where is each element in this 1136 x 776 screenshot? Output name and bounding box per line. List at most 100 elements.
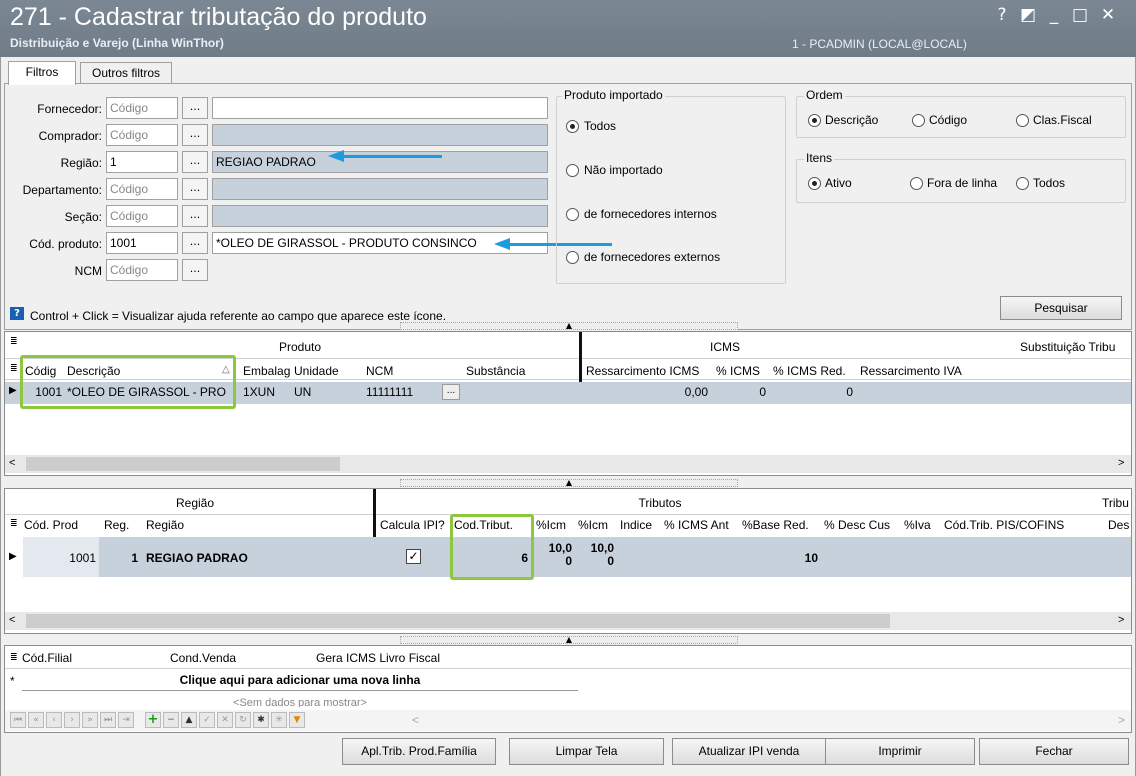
fechar-button[interactable]: Fechar (979, 738, 1129, 765)
cell-pct-icm-2[interactable]: 10,0 0 (578, 542, 614, 568)
secao-code-input[interactable]: Código (106, 205, 178, 227)
col-reg[interactable]: Reg. (104, 518, 140, 532)
col-unidade[interactable]: Unidade (294, 364, 354, 378)
fornecedor-lookup-button[interactable]: ... (182, 97, 208, 119)
regiao-code-input[interactable]: 1 (106, 151, 178, 173)
col-ressarcimento-iva[interactable]: Ressarcimento IVA (860, 364, 990, 378)
radio-todos[interactable] (566, 120, 579, 133)
col-pct-icms-red[interactable]: % ICMS Red. (773, 364, 853, 378)
radio-ordem-clas-fiscal[interactable] (1016, 114, 1029, 127)
nav-edit-icon[interactable]: ▲ (181, 712, 197, 728)
grid1-col-menu-icon[interactable]: ≣ (10, 363, 18, 374)
col-pct-desc-cus[interactable]: % Desc Cus (824, 518, 900, 532)
cell-ncm[interactable]: 11111111 (366, 385, 426, 399)
minimize-icon[interactable]: _ (1042, 2, 1066, 28)
radio-fornecedores-externos[interactable] (566, 251, 579, 264)
cell-pct-base-red[interactable]: 10 (742, 551, 818, 565)
col-pct-icms-ant[interactable]: % ICMS Ant (664, 518, 740, 532)
restore-layout-icon[interactable]: ◩ (1016, 2, 1040, 28)
scroll-left-icon[interactable]: < (9, 457, 15, 469)
col-cod-prod[interactable]: Cód. Prod (24, 518, 96, 532)
cell-reg[interactable]: 1 (104, 551, 138, 565)
ncm-code-input[interactable]: Código (106, 259, 178, 281)
cell-ressarcimento-icms[interactable]: 0,00 (586, 385, 708, 399)
fornecedor-code-input[interactable]: Código (106, 97, 178, 119)
col-ressarcimento-icms[interactable]: Ressarcimento ICMS (586, 364, 712, 378)
radio-nao-importado[interactable] (566, 164, 579, 177)
grid3-col-menu-icon[interactable]: ≣ (10, 652, 18, 663)
nav-add-icon[interactable]: + (145, 712, 161, 728)
tab-outros-filtros[interactable]: Outros filtros (80, 62, 172, 84)
grid1-band-menu-icon[interactable]: ≣ (10, 336, 18, 347)
imprimir-button[interactable]: Imprimir (825, 738, 975, 765)
cell-pct-icms[interactable]: 0 (716, 385, 766, 399)
col-cod-filial[interactable]: Cód.Filial (22, 651, 142, 665)
limpar-tela-button[interactable]: Limpar Tela (509, 738, 664, 765)
comprador-code-input[interactable]: Código (106, 124, 178, 146)
cod-produto-code-input[interactable]: 1001 (106, 232, 178, 254)
splitter-middle[interactable]: ▲ (400, 479, 738, 487)
pesquisar-button[interactable]: Pesquisar (1000, 296, 1122, 320)
nav-first-page-icon[interactable]: ⏮ (10, 712, 26, 728)
radio-itens-todos[interactable] (1016, 177, 1029, 190)
scroll-right-icon[interactable]: > (1118, 614, 1124, 626)
cell-cod-prod[interactable]: 1001 (24, 551, 96, 565)
apl-trib-prod-familia-button[interactable]: Apl.Trib. Prod.Família (342, 738, 496, 765)
new-row-button[interactable]: Clique aqui para adicionar uma nova linh… (100, 673, 500, 687)
col-gera-icms[interactable]: Gera ICMS Livro Fiscal (316, 651, 516, 665)
nav-last-page-icon[interactable]: ⏭ (100, 712, 116, 728)
col-ncm[interactable]: NCM (366, 364, 426, 378)
nav-cancel-icon[interactable]: ✕ (217, 712, 233, 728)
radio-ordem-codigo[interactable] (912, 114, 925, 127)
secao-lookup-button[interactable]: ... (182, 205, 208, 227)
radio-fornecedores-internos[interactable] (566, 208, 579, 221)
departamento-code-input[interactable]: Código (106, 178, 178, 200)
help-icon[interactable]: ? (990, 2, 1014, 28)
radio-ordem-descricao[interactable] (808, 114, 821, 127)
scroll-right-icon[interactable]: > (1118, 457, 1124, 469)
fornecedor-desc-input[interactable] (212, 97, 548, 119)
maximize-icon[interactable]: □ (1068, 2, 1092, 28)
col-cond-venda[interactable]: Cond.Venda (170, 651, 290, 665)
col-pct-base-red[interactable]: %Base Red. (742, 518, 820, 532)
cod-produto-lookup-button[interactable]: ... (182, 232, 208, 254)
col-embalagem[interactable]: Embalag (243, 364, 291, 378)
scrollbar-thumb[interactable] (26, 614, 890, 628)
scroll-right-icon[interactable]: > (1118, 713, 1125, 727)
cell-pct-icms-red[interactable]: 0 (773, 385, 853, 399)
ncm-lookup-button[interactable]: ... (442, 384, 460, 400)
nav-bookmark-icon[interactable]: ✱ (253, 712, 269, 728)
cell-unidade[interactable]: UN (294, 385, 354, 399)
nav-next-icon[interactable]: › (64, 712, 80, 728)
splitter-top[interactable]: ▲ (400, 322, 738, 330)
regiao-lookup-button[interactable]: ... (182, 151, 208, 173)
nav-prev-page-icon[interactable]: « (28, 712, 44, 728)
cell-pct-icm-1[interactable]: 10,0 0 (536, 542, 572, 568)
col-indice[interactable]: Indice (620, 518, 660, 532)
tab-filtros[interactable]: Filtros (8, 61, 76, 85)
col-pct-icm-1[interactable]: %Icm (536, 518, 572, 532)
nav-prev-icon[interactable]: ‹ (46, 712, 62, 728)
col-calcula-ipi[interactable]: Calcula IPI? (380, 518, 448, 532)
close-icon[interactable]: ✕ (1096, 2, 1120, 28)
atualizar-ipi-venda-button[interactable]: Atualizar IPI venda (672, 738, 826, 765)
cell-regiao[interactable]: REGIAO PADRAO (146, 551, 346, 565)
col-substancia[interactable]: Substância (466, 364, 566, 378)
splitter-bottom[interactable]: ▲ (400, 636, 738, 644)
scroll-left-icon[interactable]: < (9, 614, 15, 626)
col-pct-icms[interactable]: % ICMS (716, 364, 770, 378)
col-cod-trib-pis-cofins[interactable]: Cód.Trib. PIS/COFINS (944, 518, 1100, 532)
nav-last-icon[interactable]: ⇥ (118, 712, 134, 728)
departamento-lookup-button[interactable]: ... (182, 178, 208, 200)
col-pct-icm-2[interactable]: %Icm (578, 518, 614, 532)
comprador-lookup-button[interactable]: ... (182, 124, 208, 146)
scrollbar-thumb[interactable] (26, 457, 340, 471)
radio-itens-ativo[interactable] (808, 177, 821, 190)
nav-delete-icon[interactable]: − (163, 712, 179, 728)
cell-embalagem[interactable]: 1XUN (243, 385, 291, 399)
radio-itens-fora-de-linha[interactable] (910, 177, 923, 190)
nav-post-icon[interactable]: ✓ (199, 712, 215, 728)
grid2-col-menu-icon[interactable]: ≣ (10, 518, 18, 529)
col-regiao[interactable]: Região (146, 518, 226, 532)
nav-goto-bookmark-icon[interactable]: ✳ (271, 712, 287, 728)
